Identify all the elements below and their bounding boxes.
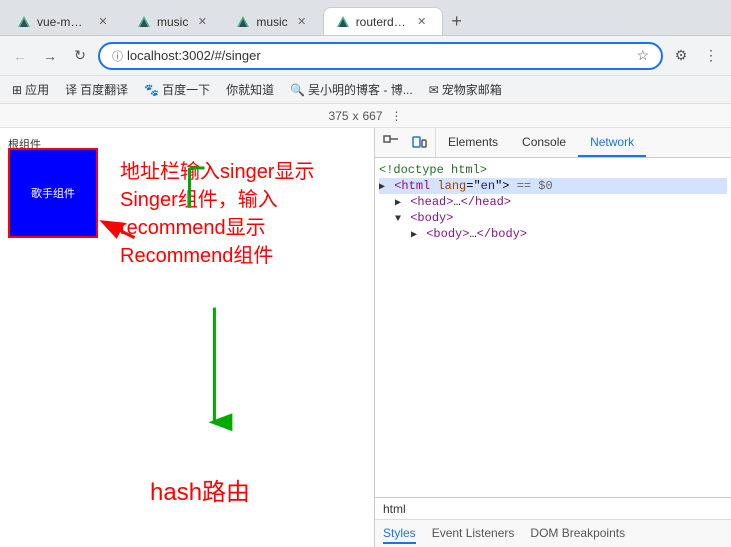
bookmarks-bar: ⊞ 应用 译 百度翻译 🐾 百度一下 你就知道 🔍 吴小明的博客 - 博... … xyxy=(0,76,731,104)
tab-elements[interactable]: Elements xyxy=(436,128,510,157)
bookmark-label: 百度一下 xyxy=(162,81,210,98)
email-icon: ✉ xyxy=(429,83,439,97)
tab-close-button[interactable]: ✕ xyxy=(194,14,210,30)
singer-component-label: 歌手组件 xyxy=(31,185,75,201)
tab-label: Event Listeners xyxy=(432,526,515,540)
expand-triangle[interactable]: ▼ xyxy=(395,214,401,225)
forward-button[interactable]: → xyxy=(38,44,62,68)
viewport-width: 375 xyxy=(328,109,348,123)
devtools-breadcrumb: html xyxy=(375,497,731,519)
bookmark-blog[interactable]: 🔍 吴小明的博客 - 博... xyxy=(286,79,417,100)
tab-dom-breakpoints[interactable]: DOM Breakpoints xyxy=(530,524,625,544)
bookmark-nizhijiudao[interactable]: 你就知道 xyxy=(222,79,278,100)
baidu-icon: 🐾 xyxy=(144,83,159,97)
tab-label: Console xyxy=(522,135,566,149)
apps-icon: ⊞ xyxy=(12,83,22,97)
bookmark-label: 你就知道 xyxy=(226,81,274,98)
doctype-line: <!doctype html> xyxy=(379,162,727,178)
body-inner-line[interactable]: ▶ <body>…</body> xyxy=(379,226,727,242)
bookmark-label: 应用 xyxy=(25,81,49,98)
address-bar-row: ← → ↻ ⓘ ☆ ⚙ ⋮ xyxy=(0,36,731,76)
expand-triangle[interactable]: ▶ xyxy=(411,230,417,241)
tab-styles[interactable]: Styles xyxy=(383,524,416,544)
tab-music-1[interactable]: music ✕ xyxy=(124,7,223,35)
viewport-height: 667 xyxy=(363,109,383,123)
tab-close-button[interactable]: ✕ xyxy=(294,14,310,30)
breadcrumb-html: html xyxy=(383,502,406,516)
dimension-bar: 375 x 667 ⋮ xyxy=(0,104,731,128)
bookmark-baidu-fanyi[interactable]: 译 百度翻译 xyxy=(61,79,132,100)
tab-vue-music[interactable]: vue-music ✕ xyxy=(4,7,124,35)
annotation-description: 地址栏输入singer显示Singer组件，输入recommend显示Recom… xyxy=(120,161,314,267)
reload-button[interactable]: ↻ xyxy=(68,44,92,68)
bookmark-label: 宠物家邮箱 xyxy=(442,81,502,98)
tab-favicon xyxy=(336,15,350,29)
inspect-element-icon[interactable] xyxy=(381,133,401,153)
address-input[interactable] xyxy=(127,48,632,63)
device-toolbar-icon[interactable] xyxy=(409,133,429,153)
hash-route-label: hash路由 xyxy=(150,472,250,507)
tab-music-2[interactable]: music ✕ xyxy=(223,7,322,35)
tab-console[interactable]: Console xyxy=(510,128,578,157)
annotation-text: 地址栏输入singer显示Singer组件，输入recommend显示Recom… xyxy=(120,158,350,270)
menu-button[interactable]: ⋮ xyxy=(699,44,723,68)
blog-icon: 🔍 xyxy=(290,83,305,97)
tab-favicon xyxy=(17,15,31,29)
tab-label: routerdemo xyxy=(356,15,408,29)
tab-label: vue-music xyxy=(37,15,89,29)
bookmark-email[interactable]: ✉ 宠物家邮箱 xyxy=(425,79,506,100)
tab-close-button[interactable]: ✕ xyxy=(414,14,430,30)
html-tag-line[interactable]: ▶ <html lang="en"> == $0 xyxy=(379,178,727,194)
singer-component-box: 歌手组件 xyxy=(8,148,98,238)
tab-label: Elements xyxy=(448,135,498,149)
devtools-menu-icon[interactable]: ⋮ xyxy=(391,109,403,123)
tab-favicon xyxy=(137,15,151,29)
devtools-bottom-tabs: Styles Event Listeners DOM Breakpoints xyxy=(375,519,731,547)
bookmark-label: 吴小明的博客 - 博... xyxy=(308,81,413,98)
tab-label: DOM Breakpoints xyxy=(530,526,625,540)
tab-bar: vue-music ✕ music ✕ music ✕ routerdemo ✕ xyxy=(0,0,731,36)
back-button[interactable]: ← xyxy=(8,44,32,68)
address-bar[interactable]: ⓘ ☆ xyxy=(98,42,663,70)
dimension-separator: x xyxy=(353,109,359,123)
body-line[interactable]: ▼ <body> xyxy=(379,210,727,226)
bookmark-baidu[interactable]: 🐾 百度一下 xyxy=(140,79,214,100)
browser-window: vue-music ✕ music ✕ music ✕ routerdemo ✕ xyxy=(0,0,731,547)
expand-triangle[interactable]: ▶ xyxy=(395,198,401,209)
tab-label: Styles xyxy=(383,526,416,540)
devtools-tab-bar: Elements Console Network xyxy=(375,128,731,158)
tab-favicon xyxy=(236,15,250,29)
expand-triangle[interactable]: ▶ xyxy=(379,182,385,193)
head-line[interactable]: ▶ <head>…</head> xyxy=(379,194,727,210)
translate-icon: 译 xyxy=(65,81,77,98)
tab-event-listeners[interactable]: Event Listeners xyxy=(432,524,515,544)
viewport-content: 根组件 歌手组件 地址栏输入singer显示Singer组件，输入recomme… xyxy=(0,128,374,547)
tab-routerdemo[interactable]: routerdemo ✕ xyxy=(323,7,443,35)
tab-label: music xyxy=(256,15,287,29)
tab-label: Network xyxy=(590,135,634,149)
tab-close-button[interactable]: ✕ xyxy=(95,14,111,30)
tab-label: music xyxy=(157,15,188,29)
devtools-elements-panel: <!doctype html> ▶ <html lang="en"> == $0… xyxy=(375,158,731,497)
extensions-button[interactable]: ⚙ xyxy=(669,44,693,68)
lock-icon: ⓘ xyxy=(112,48,123,64)
main-area: 根组件 歌手组件 地址栏输入singer显示Singer组件，输入recomme… xyxy=(0,128,731,547)
bookmark-apps[interactable]: ⊞ 应用 xyxy=(8,79,53,100)
new-tab-button[interactable]: + xyxy=(443,7,471,35)
devtools-panel: Elements Console Network <!doctype html>… xyxy=(375,128,731,547)
bookmark-label: 百度翻译 xyxy=(80,81,128,98)
devtools-toolbar xyxy=(375,128,436,157)
bookmark-star-icon[interactable]: ☆ xyxy=(636,47,649,64)
tab-network[interactable]: Network xyxy=(578,128,646,157)
browser-viewport: 根组件 歌手组件 地址栏输入singer显示Singer组件，输入recomme… xyxy=(0,128,375,547)
